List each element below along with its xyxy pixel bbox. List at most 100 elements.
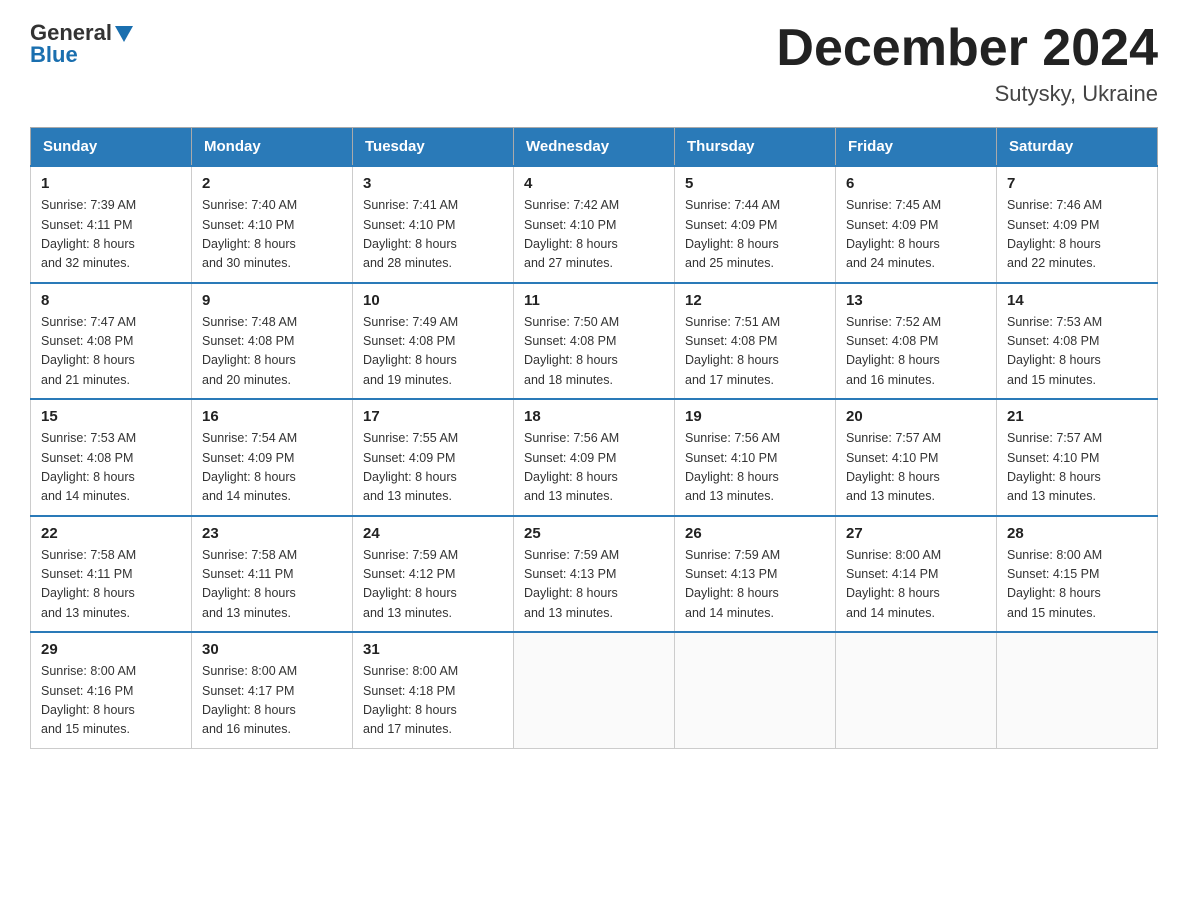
calendar-cell: 20 Sunrise: 7:57 AMSunset: 4:10 PMDayligh… bbox=[836, 399, 997, 516]
calendar-cell: 23 Sunrise: 7:58 AMSunset: 4:11 PMDayligh… bbox=[192, 516, 353, 633]
day-info: Sunrise: 7:56 AMSunset: 4:10 PMDaylight:… bbox=[685, 429, 825, 507]
day-info: Sunrise: 7:55 AMSunset: 4:09 PMDaylight:… bbox=[363, 429, 503, 507]
day-number: 28 bbox=[1007, 525, 1147, 542]
day-number: 25 bbox=[524, 525, 664, 542]
calendar-cell: 29Sunrise: 8:00 AMSunset: 4:16 PMDayligh… bbox=[31, 632, 192, 748]
calendar-week-row: 22 Sunrise: 7:58 AMSunset: 4:11 PMDayligh… bbox=[31, 516, 1158, 633]
day-number: 24 bbox=[363, 525, 503, 542]
day-info: Sunrise: 8:00 AMSunset: 4:17 PMDaylight:… bbox=[202, 662, 342, 740]
calendar-cell: 30Sunrise: 8:00 AMSunset: 4:17 PMDayligh… bbox=[192, 632, 353, 748]
calendar-week-row: 29Sunrise: 8:00 AMSunset: 4:16 PMDayligh… bbox=[31, 632, 1158, 748]
calendar-cell: 17 Sunrise: 7:55 AMSunset: 4:09 PMDayligh… bbox=[353, 399, 514, 516]
title-block: December 2024 Sutysky, Ukraine bbox=[776, 20, 1158, 107]
calendar-cell bbox=[514, 632, 675, 748]
day-info: Sunrise: 7:51 AMSunset: 4:08 PMDaylight:… bbox=[685, 313, 825, 391]
day-number: 21 bbox=[1007, 408, 1147, 425]
day-info: Sunrise: 7:58 AMSunset: 4:11 PMDaylight:… bbox=[202, 546, 342, 624]
day-number: 18 bbox=[524, 408, 664, 425]
weekday-header-sunday: Sunday bbox=[31, 128, 192, 167]
calendar-cell: 27 Sunrise: 8:00 AMSunset: 4:14 PMDayligh… bbox=[836, 516, 997, 633]
page-title: December 2024 bbox=[776, 20, 1158, 77]
calendar-week-row: 8 Sunrise: 7:47 AMSunset: 4:08 PMDaylight… bbox=[31, 283, 1158, 400]
day-number: 23 bbox=[202, 525, 342, 542]
day-info: Sunrise: 7:47 AMSunset: 4:08 PMDaylight:… bbox=[41, 313, 181, 391]
day-number: 15 bbox=[41, 408, 181, 425]
day-number: 10 bbox=[363, 292, 503, 309]
day-info: Sunrise: 7:56 AMSunset: 4:09 PMDaylight:… bbox=[524, 429, 664, 507]
calendar-week-row: 15 Sunrise: 7:53 AMSunset: 4:08 PMDayligh… bbox=[31, 399, 1158, 516]
calendar-cell: 25 Sunrise: 7:59 AMSunset: 4:13 PMDayligh… bbox=[514, 516, 675, 633]
calendar-cell: 16Sunrise: 7:54 AMSunset: 4:09 PMDayligh… bbox=[192, 399, 353, 516]
day-number: 16 bbox=[202, 408, 342, 425]
calendar-cell bbox=[836, 632, 997, 748]
logo-blue-text: Blue bbox=[30, 42, 78, 68]
day-number: 13 bbox=[846, 292, 986, 309]
day-number: 26 bbox=[685, 525, 825, 542]
day-number: 22 bbox=[41, 525, 181, 542]
day-number: 9 bbox=[202, 292, 342, 309]
day-info: Sunrise: 7:44 AMSunset: 4:09 PMDaylight:… bbox=[685, 196, 825, 274]
day-info: Sunrise: 7:42 AMSunset: 4:10 PMDaylight:… bbox=[524, 196, 664, 274]
calendar-cell: 19 Sunrise: 7:56 AMSunset: 4:10 PMDayligh… bbox=[675, 399, 836, 516]
calendar-cell: 31Sunrise: 8:00 AMSunset: 4:18 PMDayligh… bbox=[353, 632, 514, 748]
calendar-cell: 2 Sunrise: 7:40 AMSunset: 4:10 PMDaylight… bbox=[192, 166, 353, 283]
calendar-cell: 13Sunrise: 7:52 AMSunset: 4:08 PMDayligh… bbox=[836, 283, 997, 400]
day-info: Sunrise: 7:59 AMSunset: 4:13 PMDaylight:… bbox=[685, 546, 825, 624]
day-number: 20 bbox=[846, 408, 986, 425]
day-info: Sunrise: 7:39 AMSunset: 4:11 PMDaylight:… bbox=[41, 196, 181, 274]
day-number: 4 bbox=[524, 175, 664, 192]
calendar-cell: 28 Sunrise: 8:00 AMSunset: 4:15 PMDayligh… bbox=[997, 516, 1158, 633]
calendar-cell: 3Sunrise: 7:41 AMSunset: 4:10 PMDaylight… bbox=[353, 166, 514, 283]
calendar-cell: 5Sunrise: 7:44 AMSunset: 4:09 PMDaylight… bbox=[675, 166, 836, 283]
day-info: Sunrise: 7:41 AMSunset: 4:10 PMDaylight:… bbox=[363, 196, 503, 274]
calendar-cell: 15 Sunrise: 7:53 AMSunset: 4:08 PMDayligh… bbox=[31, 399, 192, 516]
day-number: 19 bbox=[685, 408, 825, 425]
weekday-header-thursday: Thursday bbox=[675, 128, 836, 167]
calendar-header: SundayMondayTuesdayWednesdayThursdayFrid… bbox=[31, 128, 1158, 167]
calendar-cell: 26 Sunrise: 7:59 AMSunset: 4:13 PMDayligh… bbox=[675, 516, 836, 633]
page-header: General Blue December 2024 Sutysky, Ukra… bbox=[30, 20, 1158, 107]
day-info: Sunrise: 7:45 AMSunset: 4:09 PMDaylight:… bbox=[846, 196, 986, 274]
calendar-cell bbox=[997, 632, 1158, 748]
calendar-body: 1Sunrise: 7:39 AMSunset: 4:11 PMDaylight… bbox=[31, 166, 1158, 748]
calendar-cell: 8 Sunrise: 7:47 AMSunset: 4:08 PMDaylight… bbox=[31, 283, 192, 400]
calendar-cell: 10 Sunrise: 7:49 AMSunset: 4:08 PMDayligh… bbox=[353, 283, 514, 400]
day-info: Sunrise: 7:59 AMSunset: 4:13 PMDaylight:… bbox=[524, 546, 664, 624]
calendar-cell bbox=[675, 632, 836, 748]
day-info: Sunrise: 7:49 AMSunset: 4:08 PMDaylight:… bbox=[363, 313, 503, 391]
calendar-cell: 14 Sunrise: 7:53 AMSunset: 4:08 PMDayligh… bbox=[997, 283, 1158, 400]
calendar-cell: 11Sunrise: 7:50 AMSunset: 4:08 PMDayligh… bbox=[514, 283, 675, 400]
day-number: 2 bbox=[202, 175, 342, 192]
calendar-cell: 6 Sunrise: 7:45 AMSunset: 4:09 PMDaylight… bbox=[836, 166, 997, 283]
calendar-table: SundayMondayTuesdayWednesdayThursdayFrid… bbox=[30, 127, 1158, 749]
day-number: 17 bbox=[363, 408, 503, 425]
calendar-cell: 18 Sunrise: 7:56 AMSunset: 4:09 PMDayligh… bbox=[514, 399, 675, 516]
day-number: 14 bbox=[1007, 292, 1147, 309]
calendar-cell: 22 Sunrise: 7:58 AMSunset: 4:11 PMDayligh… bbox=[31, 516, 192, 633]
day-info: Sunrise: 8:00 AMSunset: 4:14 PMDaylight:… bbox=[846, 546, 986, 624]
day-info: Sunrise: 7:48 AMSunset: 4:08 PMDaylight:… bbox=[202, 313, 342, 391]
calendar-cell: 12 Sunrise: 7:51 AMSunset: 4:08 PMDayligh… bbox=[675, 283, 836, 400]
day-info: Sunrise: 7:53 AMSunset: 4:08 PMDaylight:… bbox=[1007, 313, 1147, 391]
day-info: Sunrise: 7:40 AMSunset: 4:10 PMDaylight:… bbox=[202, 196, 342, 274]
day-info: Sunrise: 7:53 AMSunset: 4:08 PMDaylight:… bbox=[41, 429, 181, 507]
day-number: 27 bbox=[846, 525, 986, 542]
logo-triangle-icon bbox=[115, 26, 133, 42]
day-info: Sunrise: 8:00 AMSunset: 4:18 PMDaylight:… bbox=[363, 662, 503, 740]
day-info: Sunrise: 7:57 AMSunset: 4:10 PMDaylight:… bbox=[1007, 429, 1147, 507]
calendar-cell: 1Sunrise: 7:39 AMSunset: 4:11 PMDaylight… bbox=[31, 166, 192, 283]
day-info: Sunrise: 7:46 AMSunset: 4:09 PMDaylight:… bbox=[1007, 196, 1147, 274]
day-info: Sunrise: 7:58 AMSunset: 4:11 PMDaylight:… bbox=[41, 546, 181, 624]
weekday-header-saturday: Saturday bbox=[997, 128, 1158, 167]
day-info: Sunrise: 7:57 AMSunset: 4:10 PMDaylight:… bbox=[846, 429, 986, 507]
day-number: 8 bbox=[41, 292, 181, 309]
weekday-header-friday: Friday bbox=[836, 128, 997, 167]
day-number: 6 bbox=[846, 175, 986, 192]
page-subtitle: Sutysky, Ukraine bbox=[776, 81, 1158, 107]
day-info: Sunrise: 8:00 AMSunset: 4:15 PMDaylight:… bbox=[1007, 546, 1147, 624]
day-number: 12 bbox=[685, 292, 825, 309]
weekday-header-row: SundayMondayTuesdayWednesdayThursdayFrid… bbox=[31, 128, 1158, 167]
calendar-cell: 9 Sunrise: 7:48 AMSunset: 4:08 PMDaylight… bbox=[192, 283, 353, 400]
day-number: 29 bbox=[41, 641, 181, 658]
calendar-cell: 21 Sunrise: 7:57 AMSunset: 4:10 PMDayligh… bbox=[997, 399, 1158, 516]
